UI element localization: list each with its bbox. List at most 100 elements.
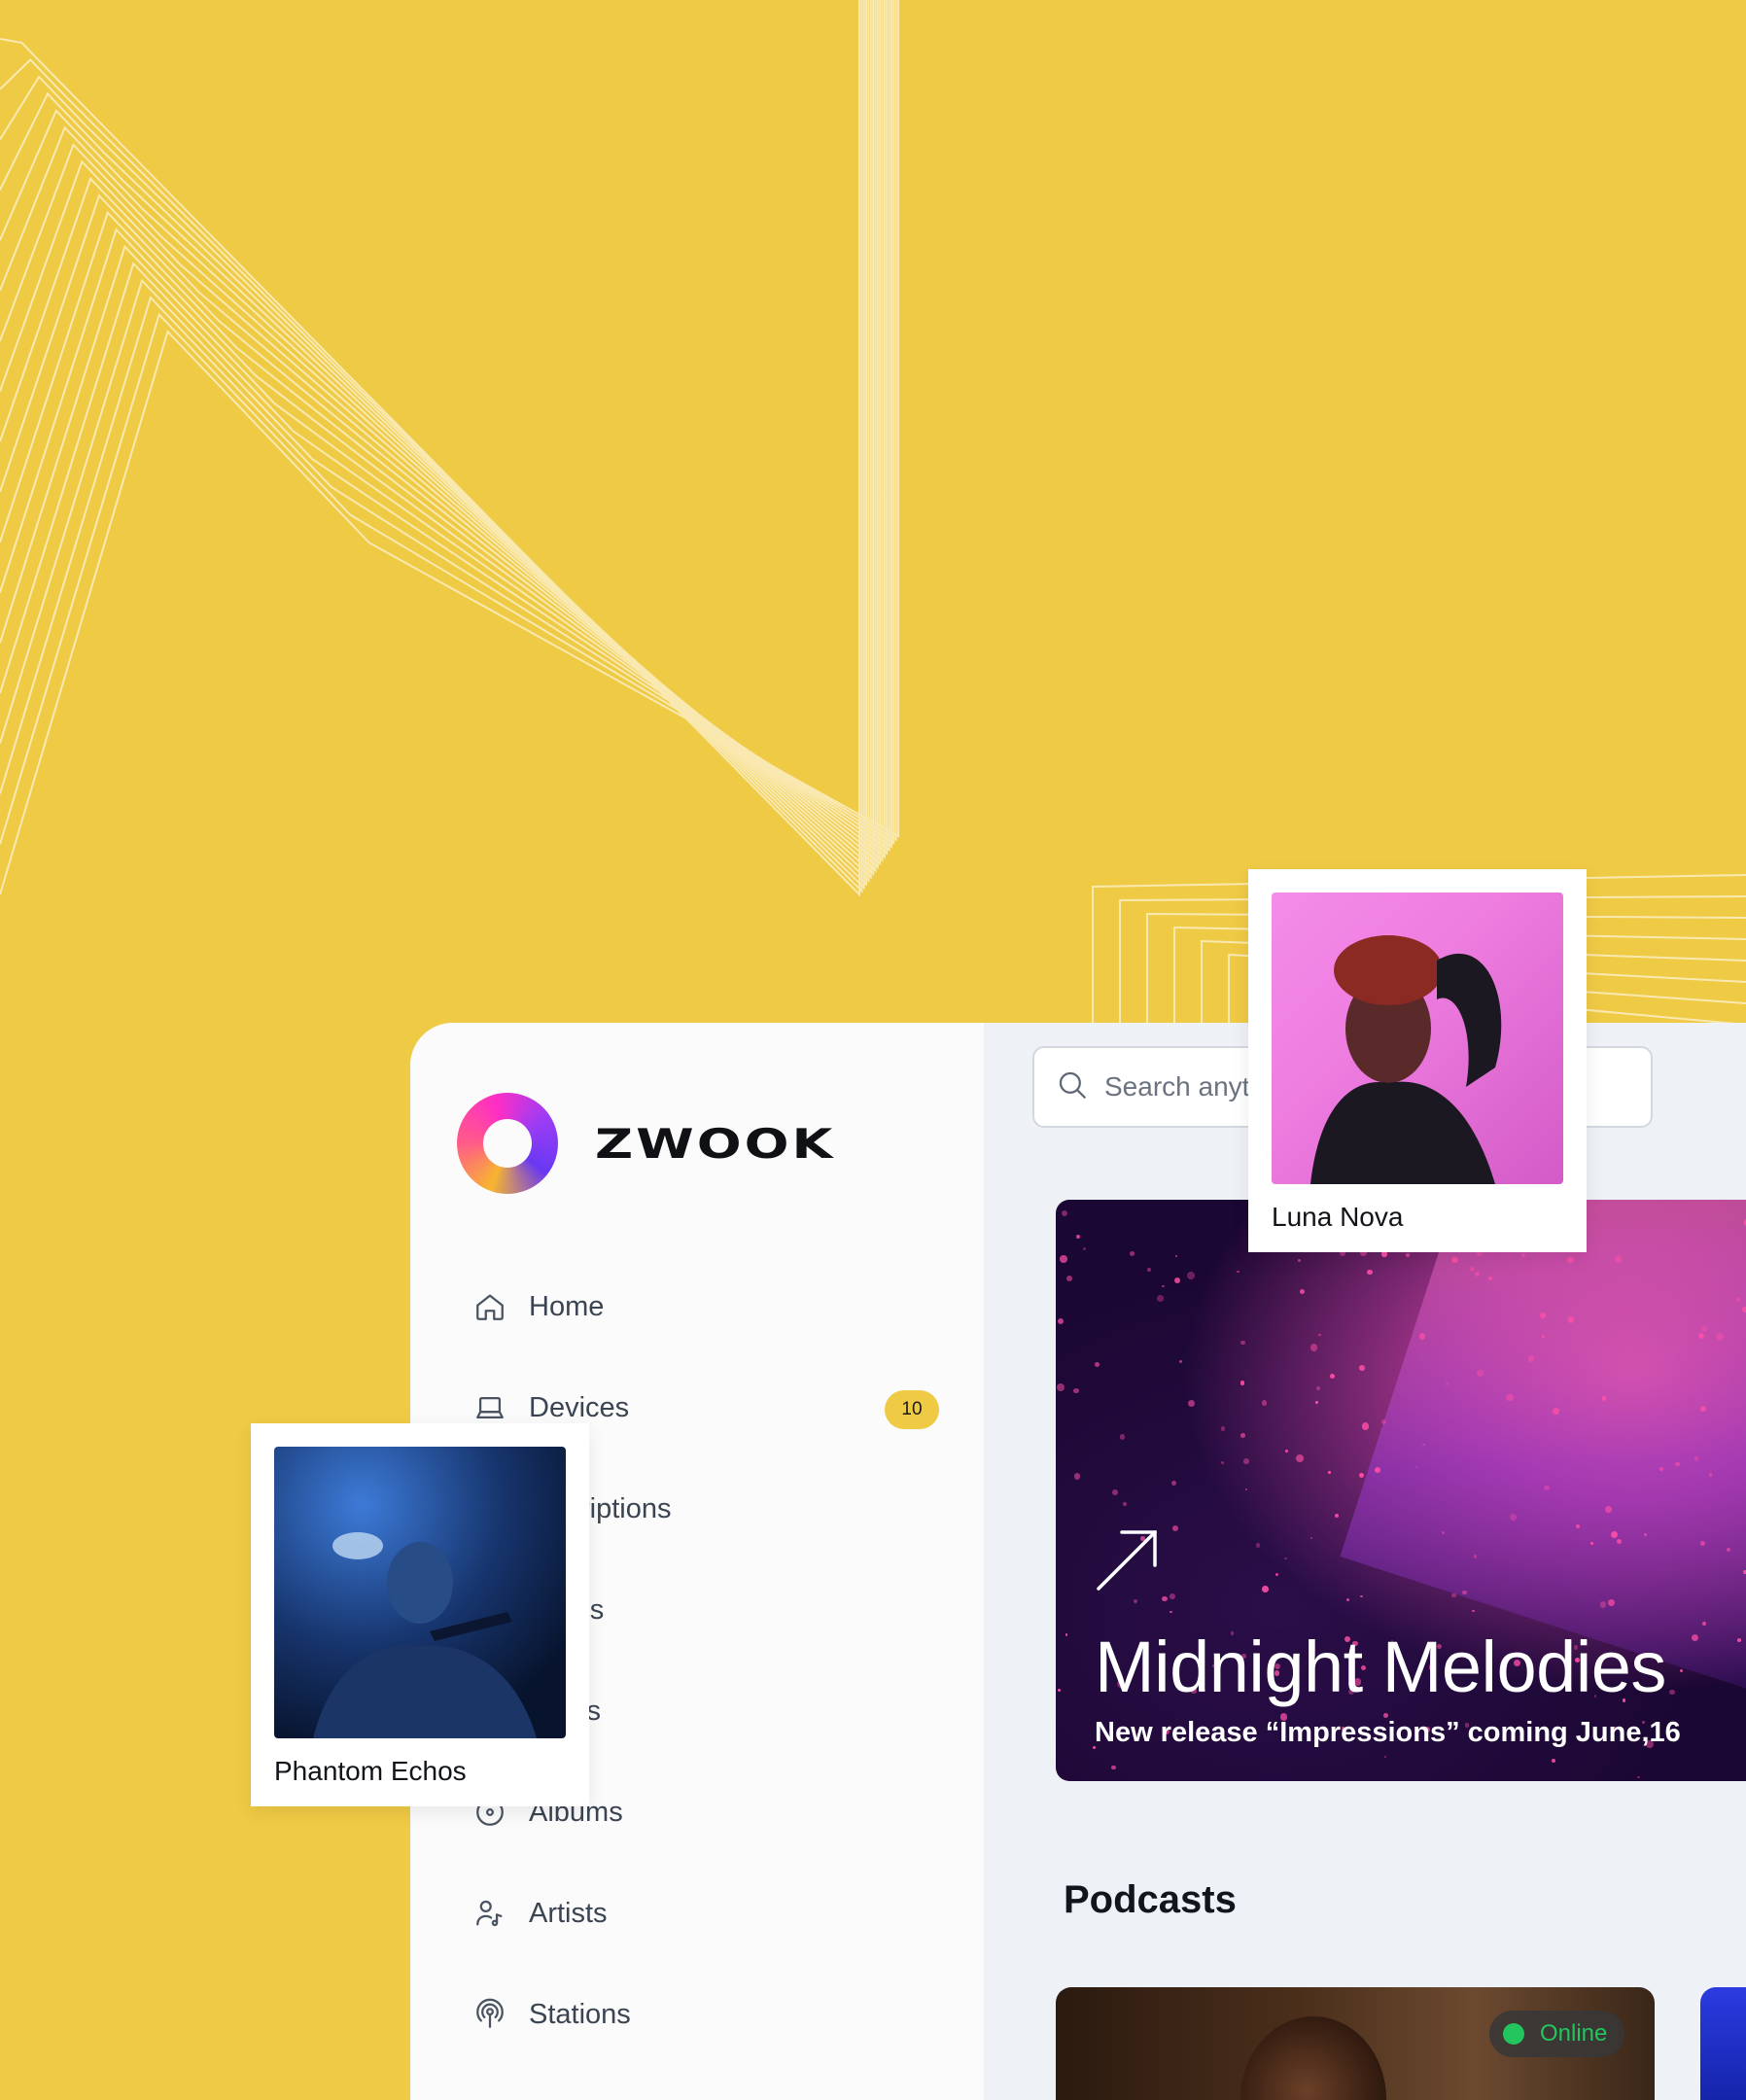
- speck: [1170, 1610, 1172, 1613]
- speck: [1359, 1365, 1365, 1371]
- search-icon: [1056, 1068, 1089, 1106]
- speck: [1552, 1407, 1560, 1416]
- speck: [1058, 1317, 1065, 1324]
- speck: [1616, 1538, 1622, 1544]
- artist-silhouette: [1310, 935, 1502, 1184]
- speck: [1701, 1325, 1708, 1332]
- speck: [1083, 1246, 1087, 1250]
- speck: [1315, 1401, 1318, 1404]
- speck: [1694, 1455, 1699, 1461]
- speck: [1170, 1480, 1176, 1486]
- speck: [1604, 1506, 1612, 1514]
- home-icon: [472, 1289, 507, 1324]
- sidebar-item-label: Artists: [529, 1897, 608, 1929]
- speck: [1111, 1765, 1116, 1770]
- speck: [1059, 1255, 1067, 1264]
- podcast-card[interactable]: Online: [1056, 1987, 1655, 2100]
- decorative-line: [0, 0, 890, 853]
- speck: [1310, 1344, 1318, 1351]
- speck: [1174, 1254, 1178, 1258]
- speck: [1073, 1473, 1081, 1480]
- decorative-line: [0, 0, 884, 862]
- speck: [1659, 1467, 1663, 1471]
- decorative-line: [0, 0, 886, 859]
- artist-card-luna-nova[interactable]: Luna Nova: [1248, 869, 1587, 1252]
- logo-text: ZWOOK: [595, 1119, 836, 1168]
- speck: [1669, 1690, 1675, 1696]
- speck: [1240, 1433, 1246, 1439]
- speck: [1699, 1541, 1705, 1547]
- decorative-line: [0, 0, 895, 845]
- speck: [1334, 1513, 1340, 1519]
- speck: [1551, 1758, 1556, 1764]
- speck: [1275, 1572, 1278, 1576]
- decorative-line: [0, 0, 882, 866]
- speck: [1607, 1598, 1615, 1606]
- logo[interactable]: ZWOOK: [457, 1093, 835, 1194]
- decorative-line: [0, 0, 877, 873]
- speck: [1179, 1359, 1183, 1363]
- speck: [1505, 1393, 1514, 1402]
- speck: [1462, 1590, 1467, 1595]
- devices-count-badge: 10: [885, 1390, 939, 1429]
- speck: [1057, 1382, 1065, 1391]
- speck: [1675, 1461, 1680, 1467]
- artist-card-phantom-echos[interactable]: Phantom Echos: [251, 1423, 589, 1806]
- speck: [1295, 1454, 1304, 1462]
- speck: [1726, 1548, 1730, 1553]
- hero-banner[interactable]: Midnight Melodies New release “Impressio…: [1056, 1200, 1746, 1781]
- artist-name: Luna Nova: [1272, 1202, 1404, 1232]
- speck: [1316, 1385, 1320, 1390]
- speck: [1451, 1592, 1456, 1598]
- speck: [1544, 1485, 1550, 1491]
- decorative-line: [0, 0, 889, 856]
- speck: [1285, 1450, 1288, 1452]
- speck: [1706, 1247, 1710, 1250]
- speck: [1065, 1633, 1068, 1637]
- status-label: Online: [1540, 2020, 1608, 2047]
- speck: [1220, 1426, 1226, 1431]
- laptop-icon: [472, 1390, 507, 1425]
- broadcast-icon: [472, 1997, 507, 2032]
- speck: [1472, 1610, 1475, 1613]
- online-dot-icon: [1503, 2023, 1524, 2045]
- decorative-line: [0, 0, 863, 893]
- status-badge: Online: [1489, 2011, 1625, 2057]
- speck: [1187, 1399, 1195, 1407]
- podcast-host-image: [1240, 2016, 1386, 2100]
- artist-photo: [274, 1447, 566, 1738]
- speck: [1383, 1755, 1387, 1759]
- speck: [1262, 1400, 1268, 1406]
- speck: [1240, 1381, 1245, 1385]
- artist-silhouette: [313, 1532, 537, 1738]
- sidebar-item-artists[interactable]: Artists: [472, 1863, 939, 1964]
- speck: [1245, 1488, 1248, 1491]
- speck: [1073, 1387, 1079, 1393]
- speck: [1094, 1362, 1100, 1368]
- speck: [1527, 1355, 1535, 1362]
- sidebar-item-label: Stations: [529, 1998, 631, 2030]
- speck: [1610, 1530, 1618, 1538]
- sidebar-item-home[interactable]: Home: [472, 1256, 939, 1357]
- speck: [1374, 1467, 1380, 1474]
- speck: [1381, 1251, 1387, 1257]
- speck: [1735, 1297, 1741, 1302]
- podcast-card[interactable]: [1700, 1987, 1746, 2100]
- decorative-line: [0, 0, 892, 849]
- hero-title: Midnight Melodies: [1095, 1627, 1666, 1707]
- speck: [1318, 1333, 1321, 1337]
- speck: [1358, 1472, 1364, 1478]
- speck: [1284, 1558, 1287, 1560]
- speck: [1406, 1253, 1410, 1257]
- speck: [1367, 1269, 1373, 1276]
- artist-icon: [472, 1896, 507, 1931]
- speck: [1346, 1598, 1350, 1602]
- decorative-line: [0, 0, 899, 895]
- decorative-line: [0, 0, 879, 869]
- speck: [1298, 1258, 1302, 1262]
- speck: [1255, 1543, 1261, 1548]
- speck: [1146, 1268, 1151, 1273]
- speck: [1162, 1284, 1165, 1288]
- sidebar-item-stations[interactable]: Stations: [472, 1964, 939, 2065]
- arrow-up-right-icon[interactable]: [1093, 1524, 1163, 1594]
